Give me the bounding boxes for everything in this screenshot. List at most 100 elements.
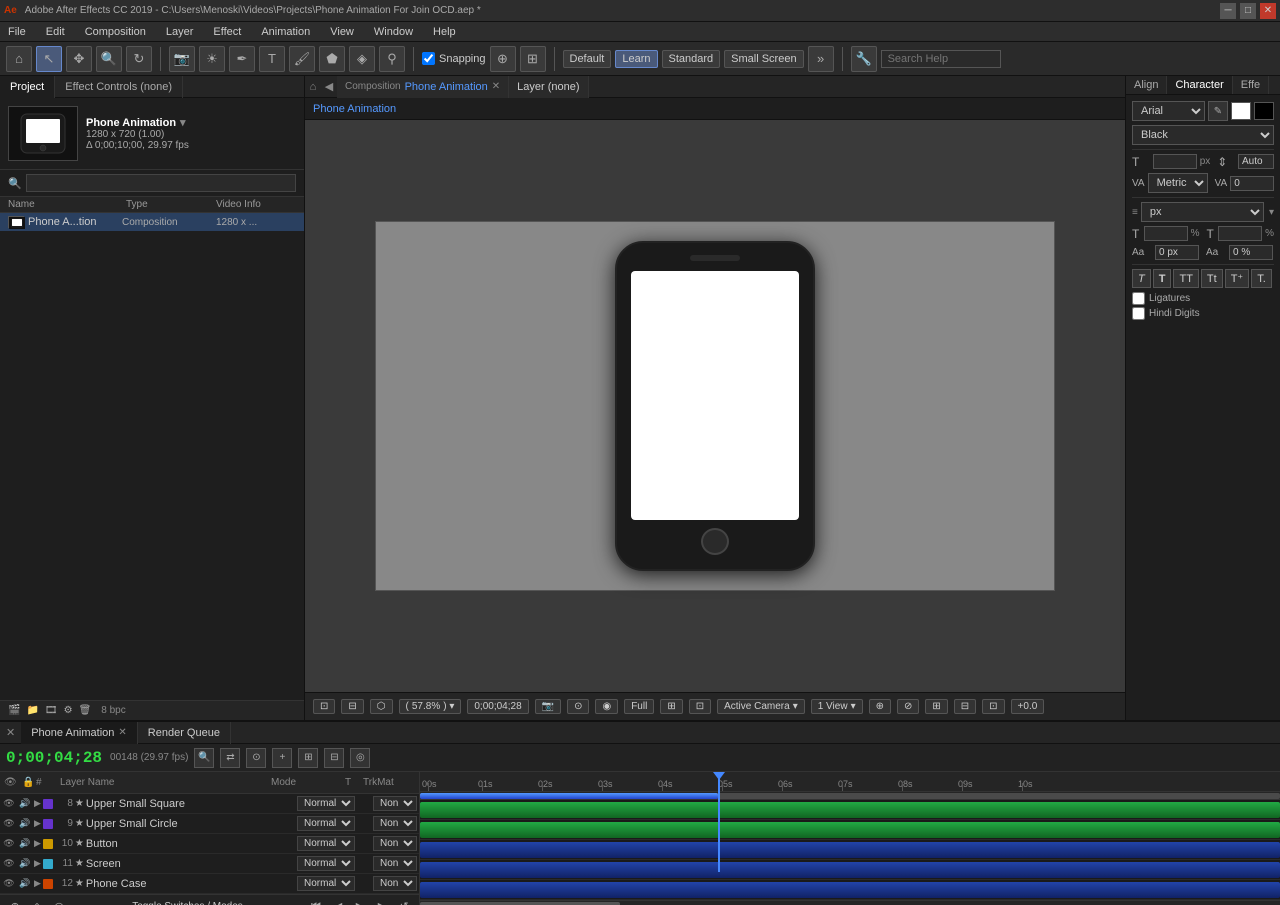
interpret-footage-button[interactable]: 🎬	[8, 705, 20, 716]
tl-swap-button[interactable]: ⇄	[220, 748, 240, 768]
layer-11-visibility[interactable]: 👁	[2, 857, 16, 871]
timeline-timecode[interactable]: 0;00;04;28	[6, 749, 102, 767]
pen-tool-button[interactable]: ✒	[229, 46, 255, 72]
workspace-small-screen[interactable]: Small Screen	[724, 50, 803, 68]
reset-exposure-button[interactable]: ⊘	[897, 699, 919, 714]
bold-button[interactable]: T	[1153, 269, 1172, 288]
tsukimi-input[interactable]	[1229, 245, 1273, 260]
allcaps-button[interactable]: TT	[1173, 269, 1198, 288]
composition-tab[interactable]: Composition Phone Animation ✕	[337, 76, 509, 98]
effect-controls-tab[interactable]: Effect Controls (none)	[55, 76, 183, 98]
work-area-bar[interactable]	[420, 792, 1280, 800]
color-swatch-black[interactable]	[1254, 102, 1274, 120]
select-tool-button[interactable]: ↖	[36, 46, 62, 72]
menu-layer[interactable]: Layer	[162, 26, 198, 38]
project-search-input[interactable]	[26, 174, 296, 192]
stamp-tool-button[interactable]: ⬟	[319, 46, 345, 72]
layer-tab[interactable]: Layer (none)	[509, 76, 588, 98]
layer-9-visibility[interactable]: 👁	[2, 817, 16, 831]
color-swatch-white[interactable]	[1231, 102, 1251, 120]
quality-select[interactable]: Full	[624, 699, 654, 714]
menu-help[interactable]: Help	[429, 26, 460, 38]
comp-marker-button[interactable]: ⊕	[6, 898, 24, 905]
search-help-input[interactable]	[881, 50, 1001, 68]
search-button[interactable]: 🔧	[851, 46, 877, 72]
snap2-icon[interactable]: ⊞	[520, 46, 546, 72]
frame-back-button[interactable]: ◀	[329, 898, 347, 905]
exposure-offset[interactable]: +0.0	[1011, 699, 1045, 714]
tl-motion-button[interactable]: ⊟	[324, 748, 344, 768]
layer-11-expand[interactable]: ▶	[34, 858, 41, 869]
workspace-standard[interactable]: Standard	[662, 50, 721, 68]
workspace-learn[interactable]: Learn	[615, 50, 657, 68]
light-tool-button[interactable]: ☀	[199, 46, 225, 72]
effects-tab[interactable]: Effe	[1233, 76, 1269, 94]
vert-scale-input[interactable]: 100	[1144, 226, 1188, 241]
playback-start[interactable]: ⏮	[307, 898, 325, 905]
layer-12-trkmat[interactable]: None	[373, 876, 417, 891]
layer-8-name[interactable]: Upper Small Square	[86, 798, 295, 810]
breadcrumb-comp-name[interactable]: Phone Animation	[313, 103, 396, 115]
comp-tab-prev[interactable]: ◀	[321, 76, 337, 98]
layer-12-expand[interactable]: ▶	[34, 878, 41, 889]
layer-11-mode[interactable]: Normal	[297, 856, 355, 871]
workspace-default[interactable]: Default	[563, 50, 612, 68]
orbit-tool-button[interactable]: ↻	[126, 46, 152, 72]
tl-search-button[interactable]: 🔍	[194, 748, 214, 768]
layer-9-mode[interactable]: Normal	[297, 816, 355, 831]
subscript-button[interactable]: T.	[1251, 269, 1272, 288]
hindi-digits-checkbox[interactable]	[1132, 307, 1145, 320]
unit-select[interactable]: px	[1141, 202, 1264, 222]
layer-12-audio[interactable]: 🔊	[18, 877, 32, 891]
font-size-input[interactable]: 33	[1153, 154, 1197, 169]
move-tool-button[interactable]: ✥	[66, 46, 92, 72]
layer-8-trkmat[interactable]: None	[373, 796, 417, 811]
rulers-button[interactable]: ⊡	[982, 699, 1004, 714]
region-interest-button[interactable]: ⊟	[341, 699, 363, 714]
horiz-scale-input[interactable]: 100	[1218, 226, 1262, 241]
comp-tab-close[interactable]: ✕	[492, 81, 500, 92]
layer-10-visibility[interactable]: 👁	[2, 837, 16, 851]
timeline-ruler[interactable]: 00s 01s 02s 03s 04s 05s 06s 07s 08s 09s	[420, 772, 1280, 792]
render-queue-tab[interactable]: Render Queue	[138, 722, 231, 744]
brush-tool-button[interactable]: 🖌	[289, 46, 315, 72]
font-style-select[interactable]: Black	[1132, 125, 1274, 145]
layer-9-audio[interactable]: 🔊	[18, 817, 32, 831]
layer-11-name[interactable]: Screen	[86, 858, 295, 870]
play-button[interactable]: ▶	[351, 898, 369, 905]
timeline-tab-close[interactable]: ✕	[118, 727, 126, 738]
layer-8-expand[interactable]: ▶	[34, 798, 41, 809]
snap-icon[interactable]: ⊕	[490, 46, 516, 72]
align-tab[interactable]: Align	[1126, 76, 1167, 94]
menu-composition[interactable]: Composition	[81, 26, 150, 38]
snapping-checkbox[interactable]	[422, 52, 435, 65]
timeline-tab-phone-animation[interactable]: Phone Animation ✕	[21, 722, 138, 744]
close-button[interactable]: ✕	[1260, 3, 1276, 19]
baseline-input[interactable]	[1155, 245, 1199, 260]
delete-button[interactable]: 🗑	[79, 705, 92, 716]
timecode-display[interactable]: 0;00;04;28	[467, 699, 528, 714]
layer-11-trkmat[interactable]: None	[373, 856, 417, 871]
italic-button[interactable]: T	[1132, 269, 1151, 288]
menu-effect[interactable]: Effect	[209, 26, 245, 38]
tl-newlayer-button[interactable]: +	[272, 748, 292, 768]
ligatures-checkbox[interactable]	[1132, 292, 1145, 305]
toggle-switches-label[interactable]: Toggle Switches / Modes	[132, 901, 243, 905]
timeline-tab-close-icon[interactable]: ✕	[0, 726, 21, 739]
auto-leading-input[interactable]	[1238, 154, 1274, 169]
canvas-area[interactable]	[305, 120, 1125, 692]
workspace-more[interactable]: »	[808, 46, 834, 72]
camera-select[interactable]: Active Camera ▾	[717, 699, 805, 714]
minimize-button[interactable]: ─	[1220, 3, 1236, 19]
font-edit-icon[interactable]: ✎	[1208, 101, 1228, 121]
transparency-button[interactable]: ⊞	[660, 699, 682, 714]
menu-view[interactable]: View	[326, 26, 358, 38]
layer-10-audio[interactable]: 🔊	[18, 837, 32, 851]
maximize-button[interactable]: □	[1240, 3, 1256, 19]
always-preview-button[interactable]: ⊡	[313, 699, 335, 714]
layer-10-name[interactable]: Button	[86, 838, 295, 850]
comp-options-button[interactable]: ⊕	[869, 699, 891, 714]
layer-8-visibility[interactable]: 👁	[2, 797, 16, 811]
project-settings-button[interactable]: ⚙	[64, 705, 73, 716]
camera-tool-button[interactable]: 📷	[169, 46, 195, 72]
